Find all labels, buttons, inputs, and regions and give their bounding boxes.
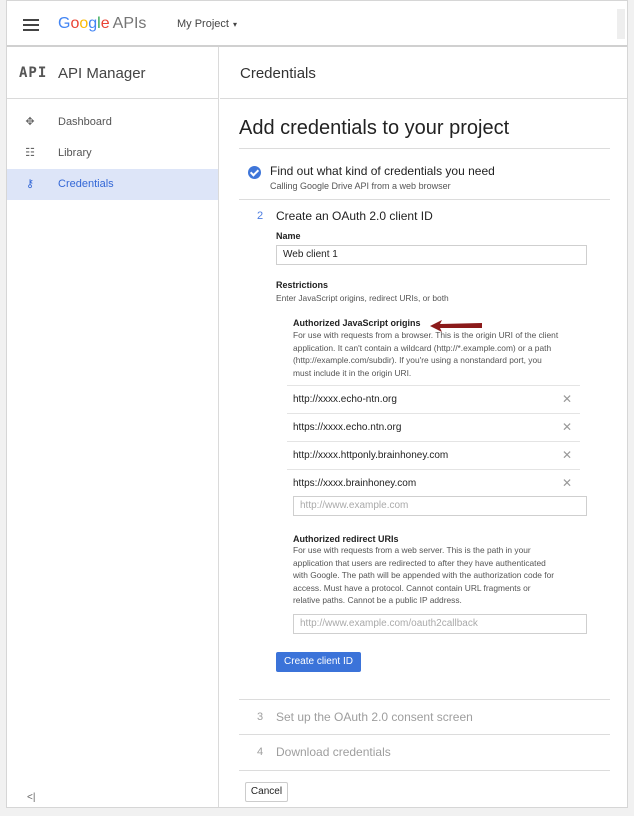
collapse-sidebar-icon[interactable]: <| (27, 792, 35, 803)
redirect-uris-label: Authorized redirect URIs (293, 534, 399, 544)
key-icon: ⚷ (25, 178, 35, 190)
project-selector[interactable]: My Project ▾ (177, 18, 237, 30)
api-logo: API (19, 65, 48, 81)
sidebar-item-label: Library (58, 147, 92, 159)
remove-icon[interactable]: ✕ (562, 420, 572, 434)
app-window: Google APIs My Project ▾ API API Manager ✥… (6, 0, 628, 808)
divider (239, 148, 610, 149)
sidebar-nav: ✥ Dashboard ☷ Library ⚷ Credentials (7, 99, 218, 200)
cancel-button[interactable]: Cancel (245, 782, 288, 802)
origin-row[interactable]: https://xxxx.echo.ntn.org ✕ (287, 413, 580, 441)
origin-value[interactable]: https://xxxx.echo.ntn.org (293, 422, 401, 433)
divider (239, 770, 610, 771)
sidebar-header: API API Manager (7, 47, 218, 99)
js-origins-label: Authorized JavaScript origins (293, 318, 421, 328)
sidebar-item-label: Credentials (58, 178, 114, 190)
origin-value[interactable]: https://xxxx.brainhoney.com (293, 478, 416, 489)
divider (239, 199, 610, 200)
step-number: 3 (257, 711, 264, 723)
move-icon: ✥ (25, 116, 35, 128)
remove-icon[interactable]: ✕ (562, 448, 572, 462)
topbar-edge (617, 9, 625, 39)
annotation-arrow-icon (430, 320, 482, 332)
sidebar-item-library[interactable]: ☷ Library (7, 138, 218, 169)
page-title: Add credentials to your project (239, 117, 510, 139)
name-label: Name (276, 231, 301, 241)
redirect-uri-input[interactable]: http://www.example.com/oauth2callback (293, 614, 587, 634)
restrictions-help: Enter JavaScript origins, redirect URIs,… (276, 293, 449, 303)
step-2-title: Create an OAuth 2.0 client ID (276, 209, 433, 223)
origin-row[interactable]: http://xxxx.echo-ntn.org ✕ (287, 385, 580, 413)
redirect-uris-help: For use with requests from a web server.… (293, 545, 555, 605)
origin-value[interactable]: http://xxxx.httponly.brainhoney.com (293, 450, 448, 461)
caret-down-icon: ▾ (232, 20, 237, 29)
library-icon: ☷ (25, 147, 35, 159)
sidebar-item-label: Dashboard (58, 116, 112, 128)
divider (239, 734, 610, 735)
google-apis-logo[interactable]: Google APIs (58, 15, 146, 33)
step-number: 4 (257, 746, 264, 758)
main-header: Credentials (220, 47, 627, 99)
top-bar: Google APIs My Project ▾ (7, 1, 627, 47)
remove-icon[interactable]: ✕ (562, 476, 572, 490)
restrictions-label: Restrictions (276, 280, 329, 290)
origin-row[interactable]: http://xxxx.httponly.brainhoney.com ✕ (287, 441, 580, 469)
project-name: My Project (177, 18, 229, 30)
step-number: 2 (257, 210, 264, 222)
step-4-title: Download credentials (276, 745, 391, 759)
step-1-title: Find out what kind of credentials you ne… (270, 164, 495, 178)
sidebar-item-dashboard[interactable]: ✥ Dashboard (7, 107, 218, 138)
js-origins-help: For use with requests from a browser. Th… (293, 330, 559, 378)
step-1-subtitle: Calling Google Drive API from a web brow… (270, 181, 451, 191)
sidebar: API API Manager ✥ Dashboard ☷ Library ⚷ … (7, 47, 219, 807)
origin-value[interactable]: http://xxxx.echo-ntn.org (293, 394, 397, 405)
step-3-title: Set up the OAuth 2.0 consent screen (276, 710, 473, 724)
sidebar-item-credentials[interactable]: ⚷ Credentials (7, 169, 218, 200)
menu-icon[interactable] (23, 19, 39, 31)
origin-input[interactable]: http://www.example.com (293, 496, 587, 516)
remove-icon[interactable]: ✕ (562, 392, 572, 406)
sidebar-title: API Manager (58, 65, 146, 82)
main-content: Credentials Add credentials to your proj… (220, 47, 627, 807)
check-circle-icon (248, 166, 261, 179)
create-client-id-button[interactable]: Create client ID (276, 652, 361, 672)
divider (239, 699, 610, 700)
page-header-title: Credentials (240, 65, 316, 82)
origin-row[interactable]: https://xxxx.brainhoney.com ✕ (287, 469, 580, 497)
client-name-field[interactable]: Web client 1 (276, 245, 587, 265)
